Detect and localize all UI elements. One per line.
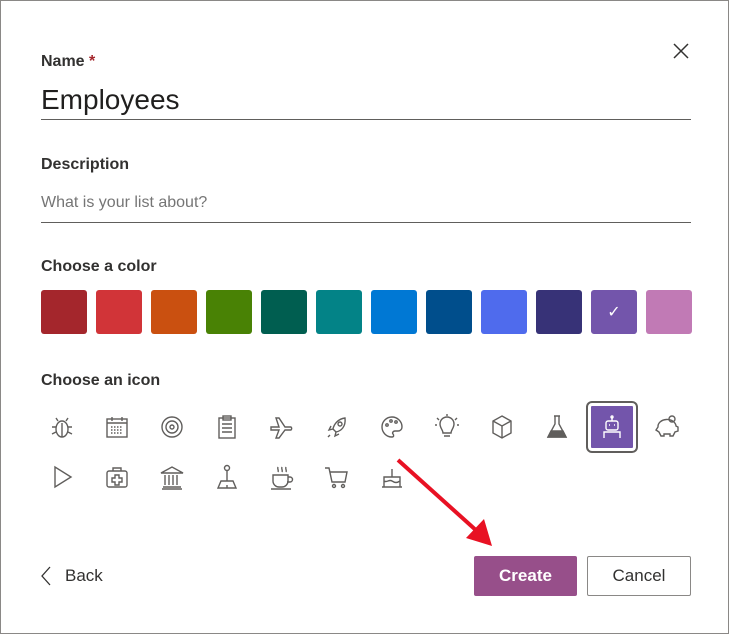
create-button[interactable]: Create <box>474 556 577 596</box>
required-mark: * <box>89 53 96 70</box>
icon-option-shopping-cart[interactable] <box>313 453 361 501</box>
piggy-bank-icon <box>655 415 679 437</box>
icon-option-joystick[interactable] <box>203 453 251 501</box>
color-swatch[interactable] <box>646 290 692 334</box>
calendar-icon <box>106 417 128 438</box>
robot-icon <box>603 415 621 438</box>
check-icon: ✓ <box>607 304 621 321</box>
icon-option-robot[interactable] <box>588 403 636 451</box>
color-swatch[interactable] <box>206 290 252 334</box>
back-button[interactable]: Back <box>41 566 103 586</box>
icon-label: Choose an icon <box>41 372 161 389</box>
lightbulb-icon <box>435 414 459 437</box>
icon-option-airplane[interactable] <box>258 403 306 451</box>
color-swatch[interactable] <box>426 290 472 334</box>
name-underline <box>41 119 691 120</box>
icon-option-bank[interactable] <box>148 453 196 501</box>
color-label: Choose a color <box>41 258 157 275</box>
medical-kit-icon <box>106 467 128 488</box>
icon-option-lightbulb[interactable] <box>423 403 471 451</box>
icon-option-play[interactable] <box>38 453 86 501</box>
icon-option-beaker[interactable] <box>533 403 581 451</box>
icon-option-cake[interactable] <box>368 453 416 501</box>
color-swatch[interactable] <box>151 290 197 334</box>
icon-option-piggy-bank[interactable] <box>643 403 691 451</box>
close-button[interactable] <box>670 40 692 62</box>
bug-icon <box>51 417 73 438</box>
icon-option-target[interactable] <box>148 403 196 451</box>
color-swatch[interactable] <box>316 290 362 334</box>
name-label: Name * <box>41 53 96 70</box>
icon-option-clipboard[interactable] <box>203 403 251 451</box>
color-swatch[interactable] <box>261 290 307 334</box>
cube-icon <box>492 415 512 439</box>
airplane-icon <box>270 417 293 439</box>
icon-option-palette[interactable] <box>368 403 416 451</box>
color-swatch[interactable] <box>96 290 142 334</box>
chevron-left-icon <box>41 566 51 586</box>
cancel-button[interactable]: Cancel <box>587 556 691 596</box>
icon-option-coffee[interactable] <box>258 453 306 501</box>
icon-option-cube[interactable] <box>478 403 526 451</box>
play-icon <box>54 465 73 489</box>
rocket-icon <box>327 417 346 438</box>
color-swatch[interactable] <box>41 290 87 334</box>
icon-option-bug[interactable] <box>38 403 86 451</box>
icon-option-rocket[interactable] <box>313 403 361 451</box>
coffee-icon <box>271 466 294 490</box>
bank-icon <box>160 466 184 490</box>
target-icon <box>161 416 183 438</box>
description-label: Description <box>41 156 130 173</box>
joystick-icon <box>216 464 238 489</box>
description-underline <box>41 222 691 223</box>
color-swatch[interactable]: ✓ <box>591 290 637 334</box>
name-input[interactable]: Employees <box>41 84 180 116</box>
color-swatch[interactable] <box>371 290 417 334</box>
color-swatch[interactable] <box>536 290 582 334</box>
cake-icon <box>382 469 402 488</box>
palette-icon <box>381 416 403 438</box>
beaker-icon <box>546 415 568 438</box>
shopping-cart-icon <box>325 467 348 489</box>
close-icon <box>673 43 689 59</box>
clipboard-icon <box>218 415 236 439</box>
icon-option-calendar[interactable] <box>93 403 141 451</box>
color-swatch[interactable] <box>481 290 527 334</box>
description-input[interactable] <box>41 194 691 212</box>
icon-option-medical-kit[interactable] <box>93 453 141 501</box>
back-label: Back <box>65 566 103 585</box>
